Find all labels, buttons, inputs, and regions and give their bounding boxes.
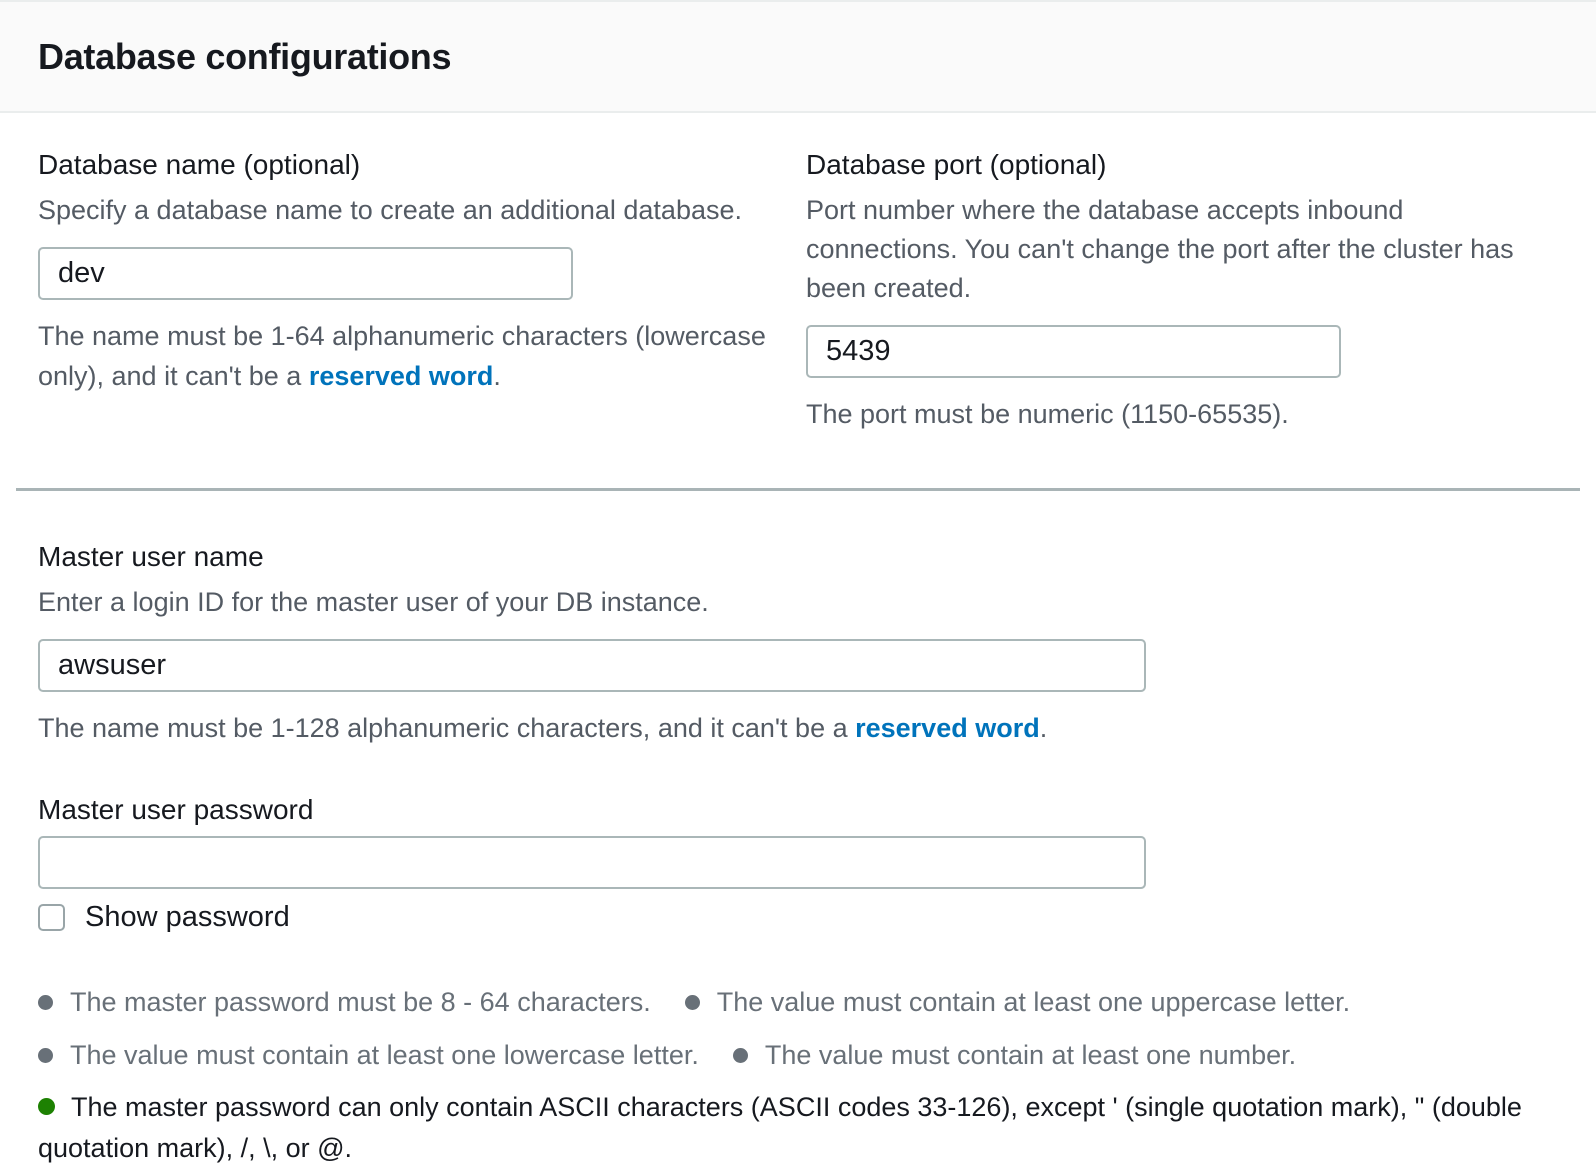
master-user-password-input[interactable] — [38, 836, 1146, 889]
requirement-text: The value must contain at least one numb… — [765, 1035, 1296, 1075]
database-port-label: Database port (optional) — [806, 147, 1541, 183]
section-divider — [16, 488, 1580, 491]
master-user-name-label: Master user name — [38, 539, 1558, 575]
gray-bullet-icon — [38, 995, 53, 1010]
master-user-name-constraint: The name must be 1-128 alphanumeric char… — [38, 708, 1538, 748]
database-port-description: Port number where the database accepts i… — [806, 191, 1541, 308]
gray-bullet-icon — [38, 1048, 53, 1063]
database-name-description: Specify a database name to create an add… — [38, 191, 773, 230]
requirement-text: The value must contain at least one lowe… — [70, 1035, 699, 1075]
reserved-word-link[interactable]: reserved word — [855, 713, 1040, 743]
gray-bullet-icon — [685, 995, 700, 1010]
show-password-label[interactable]: Show password — [85, 901, 290, 934]
constraint-text: The name must be 1-128 alphanumeric char… — [38, 713, 855, 743]
requirement-text: The value must contain at least one uppe… — [717, 982, 1350, 1022]
green-bullet-icon — [38, 1098, 55, 1115]
password-requirement-item: The value must contain at least one uppe… — [685, 982, 1350, 1022]
master-user-name-input[interactable] — [38, 639, 1146, 692]
show-password-row: Show password — [38, 901, 1558, 934]
panel-content: Database name (optional) Specify a datab… — [0, 113, 1596, 1169]
panel-header: Database configurations — [0, 0, 1596, 113]
master-user-name-field: Master user name Enter a login ID for th… — [38, 539, 1558, 748]
database-name-input[interactable] — [38, 247, 573, 300]
password-requirement-item: The master password must be 8 - 64 chara… — [38, 982, 651, 1022]
master-user-name-description: Enter a login ID for the master user of … — [38, 583, 1558, 622]
database-name-constraint: The name must be 1-64 alphanumeric chara… — [38, 316, 773, 396]
requirement-text: The master password must be 8 - 64 chara… — [70, 982, 651, 1022]
panel-title: Database configurations — [38, 36, 451, 78]
constraint-text-suffix: . — [1040, 713, 1048, 743]
password-requirements-grid: The master password must be 8 - 64 chara… — [38, 982, 1543, 1075]
database-configurations-panel: Database configurations Database name (o… — [0, 0, 1596, 1084]
master-user-password-label: Master user password — [38, 792, 1558, 828]
form-row-top: Database name (optional) Specify a datab… — [38, 147, 1558, 434]
gray-bullet-icon — [733, 1048, 748, 1063]
password-requirements: The master password must be 8 - 64 chara… — [38, 982, 1543, 1169]
password-requirement-item: The value must contain at least one lowe… — [38, 1035, 699, 1075]
requirement-text: The master password can only contain ASC… — [38, 1092, 1522, 1163]
reserved-word-link[interactable]: reserved word — [309, 361, 494, 391]
show-password-checkbox[interactable] — [38, 904, 65, 931]
password-requirement-item: The value must contain at least one numb… — [733, 1035, 1296, 1075]
database-port-input[interactable] — [806, 325, 1341, 378]
database-port-field: Database port (optional) Port number whe… — [806, 147, 1541, 434]
database-name-label: Database name (optional) — [38, 147, 773, 183]
database-port-constraint: The port must be numeric (1150-65535). — [806, 394, 1541, 434]
database-name-field: Database name (optional) Specify a datab… — [38, 147, 773, 434]
constraint-text-suffix: . — [493, 361, 501, 391]
master-user-password-field: Master user password Show password — [38, 792, 1558, 934]
password-requirement-item-ascii: The master password can only contain ASC… — [38, 1087, 1543, 1169]
